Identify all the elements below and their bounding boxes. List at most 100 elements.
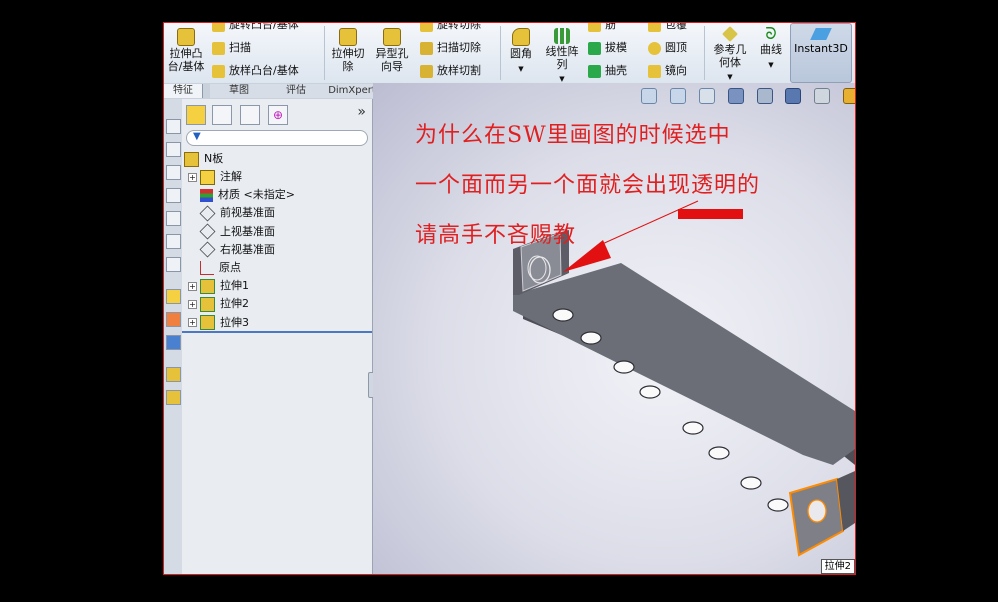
3d-model-view[interactable] (373, 83, 855, 574)
tree-item-label: 右视基准面 (220, 242, 275, 256)
ribbon-separator (324, 26, 325, 80)
solidworks-window: 拉伸凸 台/基体 旋转凸台/基体 扫描 放样凸台/基体 拉伸切 除 异型孔 向导… (163, 22, 856, 575)
relations-icon[interactable] (166, 335, 181, 350)
revolve-cut-button[interactable]: 旋转切除 (420, 23, 481, 32)
sweep-icon (212, 41, 225, 55)
sweep-cut-icon (420, 41, 433, 55)
view-cube-icon[interactable] (166, 165, 181, 180)
tree-item-label: 上视基准面 (220, 224, 275, 238)
fillet-button[interactable]: 圆角 ▼ (504, 28, 538, 76)
draft-icon (588, 41, 601, 55)
reference-geometry-button[interactable]: 参考几 何体 ▼ (708, 26, 752, 84)
view-cube-icon[interactable] (166, 257, 181, 272)
plane-icon (199, 241, 216, 258)
rollback-bar[interactable] (182, 331, 372, 333)
expand-toggle-icon[interactable]: + (188, 299, 197, 309)
tab-sketch[interactable]: 草图 (210, 84, 269, 98)
revolve-cut-icon (420, 23, 433, 32)
wrap-icon (648, 23, 661, 32)
graphics-area[interactable]: 为什么在SW里画图的时候选中 一个面而另一个面就会出现透明的 请高手不吝赐教 拉… (373, 83, 855, 574)
tree-item[interactable]: + 拉伸2 (188, 296, 249, 312)
mirror-button[interactable]: 镜向 (648, 64, 687, 78)
shell-button[interactable]: 抽壳 (588, 64, 627, 78)
expand-toggle-icon[interactable]: + (188, 281, 197, 291)
plane-icon (199, 223, 216, 240)
revolve-boss-button[interactable]: 旋转凸台/基体 (212, 23, 299, 32)
extrude-cut-icon (339, 28, 357, 46)
expand-toggle-icon[interactable]: + (188, 172, 197, 182)
linear-pattern-icon (554, 28, 570, 44)
filter-icon: ▼ (193, 131, 201, 142)
tree-item[interactable]: 右视基准面 (188, 241, 275, 258)
selection-tooltip: 拉伸2 (820, 559, 855, 574)
material-icon (200, 188, 213, 202)
draft-button[interactable]: 拔模 (588, 41, 627, 55)
tab-features[interactable]: 特征 (164, 84, 203, 98)
hole-wizard-button[interactable]: 异型孔 向导 (372, 28, 412, 73)
cut-icon[interactable] (166, 390, 181, 405)
plate-top-face[interactable] (513, 263, 855, 465)
extrude-icon[interactable] (166, 367, 181, 382)
command-manager-ribbon: 拉伸凸 台/基体 旋转凸台/基体 扫描 放样凸台/基体 拉伸切 除 异型孔 向导… (164, 23, 855, 84)
view-cube-icon[interactable] (166, 119, 181, 134)
extrude-cut-button[interactable]: 拉伸切 除 (328, 28, 368, 73)
instant3d-icon (810, 28, 832, 40)
reference-geometry-icon (722, 26, 738, 42)
tree-item-label: 注解 (220, 170, 242, 183)
smart-dimension-icon[interactable] (166, 312, 181, 327)
hole-wizard-icon (383, 28, 401, 46)
revolve-boss-icon (212, 23, 225, 32)
red-arrow-line (599, 200, 699, 246)
linear-pattern-button[interactable]: 线性阵 列 ▼ (542, 28, 582, 86)
plane-icon (199, 205, 216, 222)
tree-item[interactable]: + 拉伸3 (188, 315, 249, 331)
tree-item[interactable]: + 拉伸1 (188, 278, 249, 294)
wrap-button[interactable]: 包覆 (648, 23, 687, 32)
view-cube-icon[interactable] (166, 234, 181, 249)
dome-button[interactable]: 圆顶 (648, 41, 687, 55)
sweep-button[interactable]: 扫描 (212, 41, 251, 55)
view-cube-icon[interactable] (166, 188, 181, 203)
extrude-boss-icon (177, 28, 195, 46)
command-manager-tabs: 特征 草图 评估 DimXpert (164, 83, 381, 99)
configuration-manager-tab-icon[interactable] (240, 105, 260, 125)
shell-icon (588, 64, 601, 78)
tree-item[interactable]: + 注解 (188, 169, 242, 185)
tree-filter-input[interactable]: ▼ (186, 130, 368, 146)
tab-evaluate[interactable]: 评估 (268, 84, 325, 98)
extrude-boss-button[interactable]: 拉伸凸 台/基体 (166, 28, 206, 73)
tree-item[interactable]: 材质 <未指定> (188, 187, 295, 202)
curves-button[interactable]: ᘐ 曲线 ▼ (756, 26, 786, 72)
rib-icon (588, 23, 601, 32)
feature-manager-tab-icon[interactable] (186, 105, 206, 125)
dimxpert-manager-tab-icon[interactable]: ⊕ (268, 105, 288, 125)
dome-icon (648, 41, 661, 55)
loft-cut-icon (420, 64, 433, 78)
instant3d-button[interactable]: Instant3D (790, 23, 852, 83)
chevron-down-icon: ▼ (768, 61, 774, 69)
tree-item[interactable]: 上视基准面 (188, 223, 275, 240)
panel-more-button[interactable]: » (357, 104, 366, 120)
expand-toggle-icon[interactable]: + (188, 318, 197, 328)
annotation-text-line-1: 为什么在SW里画图的时候选中 (415, 123, 731, 148)
ribbon-separator (704, 26, 705, 80)
part-icon (184, 151, 199, 167)
view-cube-icon[interactable] (166, 211, 181, 226)
tree-item[interactable]: 原点 (188, 260, 241, 275)
tree-item-label: 材质 <未指定> (218, 188, 295, 202)
extrude-feature-icon (200, 296, 215, 312)
rib-button[interactable]: 筋 (588, 23, 616, 32)
tree-item-label: 拉伸2 (220, 297, 249, 311)
sweep-cut-button[interactable]: 扫描切除 (420, 41, 481, 55)
tree-item-label: 前视基准面 (220, 206, 275, 220)
sketch-pencil-icon[interactable] (166, 289, 181, 304)
property-manager-tab-icon[interactable] (212, 105, 232, 125)
extrude-feature-icon (200, 315, 215, 331)
loft-cut-button[interactable]: 放样切割 (420, 64, 481, 78)
annotation-text-line-2: 一个面而另一个面就会出现透明的 (415, 173, 761, 198)
tree-root-part[interactable]: N板 (184, 151, 223, 167)
tree-item-label: 拉伸3 (220, 315, 249, 329)
loft-boss-button[interactable]: 放样凸台/基体 (212, 64, 299, 78)
tree-item[interactable]: 前视基准面 (188, 205, 275, 222)
view-cube-icon[interactable] (166, 142, 181, 157)
